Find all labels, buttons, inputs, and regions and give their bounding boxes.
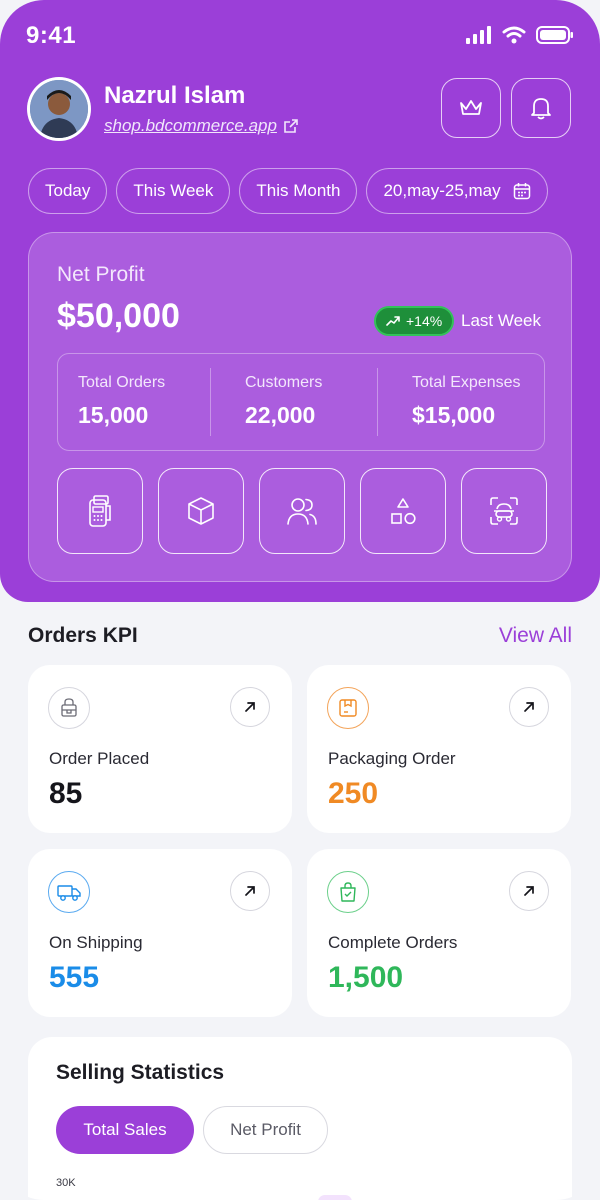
kpi-icon-badge: [48, 687, 90, 729]
users-icon: [287, 498, 317, 525]
dashboard-header: 9:41 Nazrul Islam shop.bdcommerce.app To…: [0, 0, 600, 602]
y-axis-tick: 30K: [56, 1177, 76, 1189]
kpi-value: 85: [49, 777, 83, 810]
stat-total-orders: Total Orders 15,000: [58, 354, 210, 450]
avatar-photo: [30, 80, 88, 138]
filter-date-range[interactable]: 20,may-25,may: [366, 168, 548, 214]
truck-icon: [57, 885, 81, 901]
chart-bar-peek: [318, 1195, 352, 1200]
signal-icon: [466, 26, 491, 44]
arrow-up-right-icon: [245, 702, 255, 712]
stat-value: $15,000: [412, 402, 496, 428]
net-profit-card: Net Profit $50,000 +14% Last Week Total …: [28, 232, 572, 582]
stat-value: 15,000: [78, 402, 149, 428]
kpi-label: Complete Orders: [328, 933, 458, 952]
wifi-icon: [502, 26, 526, 44]
open-detail-button[interactable]: [230, 871, 270, 911]
kpi-icon-badge: [327, 687, 369, 729]
shapes-icon: [391, 498, 416, 525]
quick-action-products[interactable]: [158, 468, 244, 554]
quick-action-categories[interactable]: [360, 468, 446, 554]
date-filter-bar: Today This Week This Month 20,may-25,may: [28, 168, 548, 214]
trend-badge: +14%: [374, 306, 455, 336]
filter-today[interactable]: Today: [28, 168, 108, 214]
calendar-icon: [513, 183, 530, 200]
filter-label: Today: [45, 181, 91, 200]
trend-up-icon: [386, 316, 400, 326]
avatar[interactable]: [27, 77, 91, 141]
tab-net-profit[interactable]: Net Profit: [203, 1106, 328, 1154]
kpi-value: 250: [328, 777, 379, 810]
selling-statistics-title: Selling Statistics: [56, 1061, 225, 1084]
filter-label: This Week: [133, 181, 214, 200]
kpi-label: On Shipping: [49, 933, 143, 952]
tab-total-sales[interactable]: Total Sales: [56, 1106, 194, 1154]
stat-label: Total Expenses: [412, 374, 521, 391]
premium-button[interactable]: [441, 78, 501, 138]
status-icons: [466, 26, 574, 44]
arrow-up-right-icon: [524, 886, 534, 896]
kpi-card-on-shipping[interactable]: On Shipping 555: [28, 849, 292, 1017]
stat-total-expenses: Total Expenses $15,000: [377, 354, 544, 450]
notifications-button[interactable]: [511, 78, 571, 138]
user-name: Nazrul Islam: [104, 82, 246, 109]
kpi-card-packaging-order[interactable]: Packaging Order 250: [307, 665, 571, 833]
kpi-icon-badge: [48, 871, 90, 913]
filter-label: This Month: [256, 181, 341, 200]
scan-icon: [490, 497, 518, 525]
crown-icon: [460, 100, 482, 115]
open-detail-button[interactable]: [509, 687, 549, 727]
open-detail-button[interactable]: [509, 871, 549, 911]
filter-this-month[interactable]: This Month: [239, 168, 358, 214]
trend-value: +14%: [406, 313, 443, 329]
filter-this-week[interactable]: This Week: [116, 168, 231, 214]
kpi-value: 555: [49, 961, 100, 994]
phone-screen: 9:41 Nazrul Islam shop.bdcommerce.app To…: [0, 0, 600, 1200]
stat-value: 22,000: [245, 402, 316, 428]
trend-period: Last Week: [461, 311, 542, 330]
pos-terminal-icon: [89, 495, 111, 527]
status-bar: 9:41: [26, 20, 574, 52]
box-icon: [188, 497, 214, 525]
kpi-value: 1,500: [328, 961, 404, 994]
quick-action-scan[interactable]: [461, 468, 547, 554]
net-profit-label: Net Profit: [57, 263, 145, 286]
net-profit-value: $50,000: [57, 297, 180, 335]
kpi-label: Order Placed: [49, 749, 150, 768]
quick-actions: [57, 468, 547, 554]
order-icon: [61, 698, 77, 717]
status-time: 9:41: [26, 22, 77, 49]
selling-statistics-card: Selling Statistics Total Sales Net Profi…: [28, 1037, 572, 1200]
bell-icon: [531, 98, 551, 120]
view-all-link[interactable]: View All: [499, 624, 572, 648]
arrow-up-right-icon: [524, 702, 534, 712]
package-icon: [339, 699, 357, 717]
filter-label: 20,may-25,may: [383, 181, 501, 200]
kpi-label: Packaging Order: [328, 749, 456, 768]
summary-stats: Total Orders 15,000 Customers 22,000 Tot…: [57, 353, 545, 451]
quick-action-customers[interactable]: [259, 468, 345, 554]
orders-kpi-title: Orders KPI: [28, 624, 138, 647]
external-link-icon: [284, 119, 298, 133]
arrow-up-right-icon: [245, 886, 255, 896]
quick-action-pos[interactable]: [57, 468, 143, 554]
stat-customers: Customers 22,000: [210, 354, 377, 450]
kpi-card-complete-orders[interactable]: Complete Orders 1,500: [307, 849, 571, 1017]
kpi-card-order-placed[interactable]: Order Placed 85: [28, 665, 292, 833]
kpi-icon-badge: [327, 871, 369, 913]
shop-link-text[interactable]: shop.bdcommerce.app: [104, 116, 277, 136]
stat-label: Total Orders: [78, 374, 166, 391]
open-detail-button[interactable]: [230, 687, 270, 727]
battery-icon: [536, 26, 573, 44]
shopping-bag-icon: [340, 882, 356, 902]
stat-label: Customers: [245, 374, 323, 391]
shop-link[interactable]: shop.bdcommerce.app: [104, 116, 299, 136]
